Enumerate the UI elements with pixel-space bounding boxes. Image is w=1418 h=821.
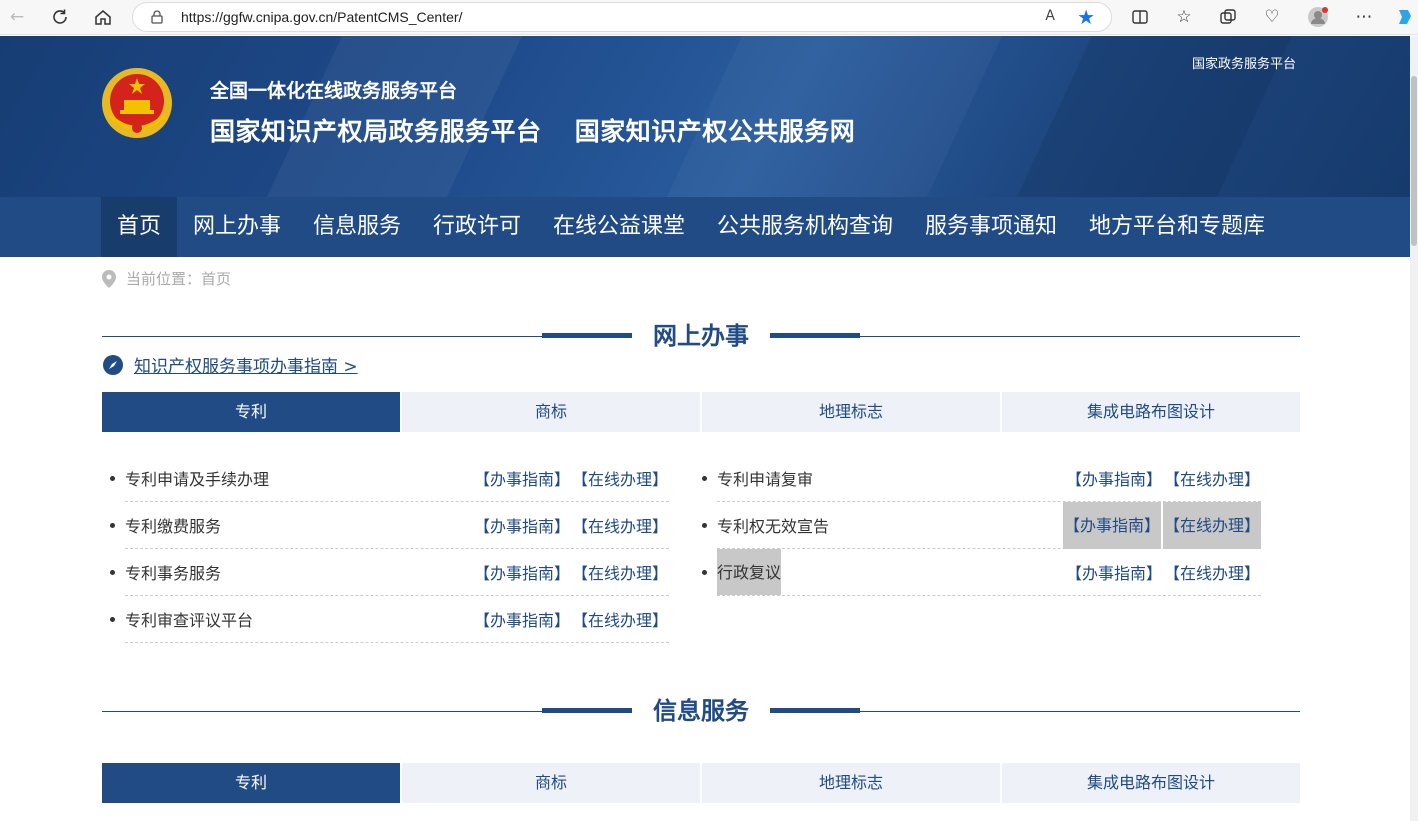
url-text: https://ggfw.cnipa.gov.cn/PatentCMS_Cent…	[181, 9, 463, 25]
online-tabs: 专利 商标 地理标志 集成电路布图设计	[102, 392, 1300, 432]
collections-icon[interactable]	[1215, 4, 1241, 30]
list-item: 专利缴费服务 【办事指南】 【在线办理】	[110, 502, 669, 549]
lock-icon	[151, 10, 163, 24]
online-handle-link[interactable]: 【在线办理】	[571, 513, 669, 537]
service-name: 专利申请复审	[717, 470, 814, 489]
guide-link[interactable]: 【办事指南】	[473, 466, 571, 490]
main-nav: 首页 网上办事 信息服务 行政许可 在线公益课堂 公共服务机构查询 服务事项通知…	[0, 197, 1410, 257]
favorite-star-icon[interactable]: ★	[1077, 5, 1095, 29]
guide-link[interactable]: 【办事指南】	[1065, 560, 1163, 584]
tab-trademark[interactable]: 商标	[402, 392, 700, 432]
nav-local-platforms[interactable]: 地方平台和专题库	[1073, 197, 1281, 257]
list-item: 专利申请复审 【办事指南】 【在线办理】	[702, 455, 1261, 502]
breadcrumb: 当前位置：首页	[102, 268, 231, 289]
address-bar[interactable]: https://ggfw.cnipa.gov.cn/PatentCMS_Cent…	[132, 2, 1112, 32]
tab-patent[interactable]: 专利	[102, 392, 400, 432]
nav-home[interactable]: 首页	[101, 197, 178, 257]
list-item: 行政复议 【办事指南】 【在线办理】	[702, 549, 1261, 596]
location-pin-icon	[102, 269, 116, 288]
online-handle-link[interactable]: 【在线办理】	[571, 466, 669, 490]
guide-link[interactable]: 【办事指南】	[1065, 466, 1163, 490]
service-list-left: 专利申请及手续办理 【办事指南】 【在线办理】 专利缴费服务 【办事指南】 【在线办…	[110, 455, 669, 643]
split-screen-icon[interactable]	[1127, 4, 1153, 30]
section-title-info: 信息服务	[102, 695, 1300, 727]
guide-link[interactable]: 【办事指南】	[473, 513, 571, 537]
info-tabs: 专利 商标 地理标志 集成电路布图设计	[102, 763, 1300, 803]
favorites-icon[interactable]: ☆	[1171, 4, 1197, 30]
scroll-thumb[interactable]	[1411, 76, 1417, 246]
tab-patent[interactable]: 专利	[102, 763, 400, 803]
service-name: 专利审查评议平台	[125, 611, 254, 630]
copilot-icon[interactable]	[1392, 4, 1418, 30]
section-title-text: 网上办事	[632, 320, 770, 352]
tab-geo-indication[interactable]: 地理标志	[702, 763, 1000, 803]
online-handle-link[interactable]: 【在线办理】	[1163, 560, 1261, 584]
browser-essentials-icon[interactable]: ♡	[1259, 4, 1285, 30]
list-item: 专利权无效宣告 【办事指南】 【在线办理】	[702, 501, 1261, 549]
list-item: 专利申请及手续办理 【办事指南】 【在线办理】	[110, 455, 669, 502]
service-list-right: 专利申请复审 【办事指南】 【在线办理】 专利权无效宣告 【办事指南】 【在线办理】…	[702, 455, 1261, 596]
tab-geo-indication[interactable]: 地理标志	[702, 392, 1000, 432]
tab-ic-layout[interactable]: 集成电路布图设计	[1002, 763, 1300, 803]
gov-platform-link[interactable]: 国家政务服务平台	[1192, 53, 1296, 72]
online-handle-link[interactable]: 【在线办理】	[1163, 466, 1261, 490]
nav-online-services[interactable]: 网上办事	[177, 197, 297, 257]
online-handle-link[interactable]: 【在线办理】	[571, 607, 669, 631]
back-icon[interactable]: ←	[4, 4, 30, 30]
guide-link[interactable]: 【办事指南】	[473, 560, 571, 584]
page-scrollbar[interactable]	[1410, 36, 1418, 821]
section-title-online: 网上办事	[102, 320, 1300, 352]
service-guide-link-text[interactable]: 知识产权服务事项办事指南 >	[134, 352, 358, 377]
service-name: 专利事务服务	[125, 564, 222, 583]
home-icon[interactable]	[90, 4, 116, 30]
nav-online-class[interactable]: 在线公益课堂	[537, 197, 701, 257]
browser-toolbar: ← https://ggfw.cnipa.gov.cn/PatentCMS_Ce…	[0, 0, 1418, 35]
national-emblem-icon	[102, 68, 172, 138]
header-subtitle: 全国一体化在线政务服务平台	[210, 80, 458, 102]
service-name: 专利申请及手续办理	[125, 470, 270, 489]
header-title: 国家知识产权局政务服务平台 国家知识产权公共服务网	[210, 112, 879, 148]
more-icon[interactable]: ⋯	[1351, 4, 1377, 30]
breadcrumb-text: 当前位置：首页	[126, 270, 232, 288]
service-name: 专利缴费服务	[125, 517, 222, 536]
list-item: 专利审查评议平台 【办事指南】 【在线办理】	[110, 596, 669, 643]
profile-avatar[interactable]	[1305, 4, 1331, 30]
tab-trademark[interactable]: 商标	[402, 763, 700, 803]
nav-agency-query[interactable]: 公共服务机构查询	[701, 197, 909, 257]
refresh-icon[interactable]	[47, 4, 73, 30]
nav-info-services[interactable]: 信息服务	[297, 197, 417, 257]
tab-ic-layout[interactable]: 集成电路布图设计	[1002, 392, 1300, 432]
service-name: 行政复议	[717, 549, 782, 595]
nav-admin-license[interactable]: 行政许可	[417, 197, 537, 257]
nav-service-notice[interactable]: 服务事项通知	[909, 197, 1073, 257]
service-name: 专利权无效宣告	[717, 517, 830, 536]
header-title-cnipa: 国家知识产权局政务服务平台	[210, 117, 542, 146]
site-header: 全国一体化在线政务服务平台 国家知识产权局政务服务平台 国家知识产权公共服务网 …	[0, 36, 1410, 197]
online-handle-link[interactable]: 【在线办理】	[571, 560, 669, 584]
list-item: 专利事务服务 【办事指南】 【在线办理】	[110, 549, 669, 596]
header-title-public-service: 国家知识产权公共服务网	[574, 117, 856, 146]
service-guide-link[interactable]: 知识产权服务事项办事指南 >	[102, 352, 358, 377]
guide-link[interactable]: 【办事指南】	[473, 607, 571, 631]
online-handle-link[interactable]: 【在线办理】	[1162, 501, 1261, 549]
section-title-text: 信息服务	[632, 695, 770, 727]
compass-icon	[103, 354, 123, 375]
read-aloud-icon[interactable]: A	[1045, 8, 1055, 24]
guide-link[interactable]: 【办事指南】	[1062, 501, 1161, 549]
